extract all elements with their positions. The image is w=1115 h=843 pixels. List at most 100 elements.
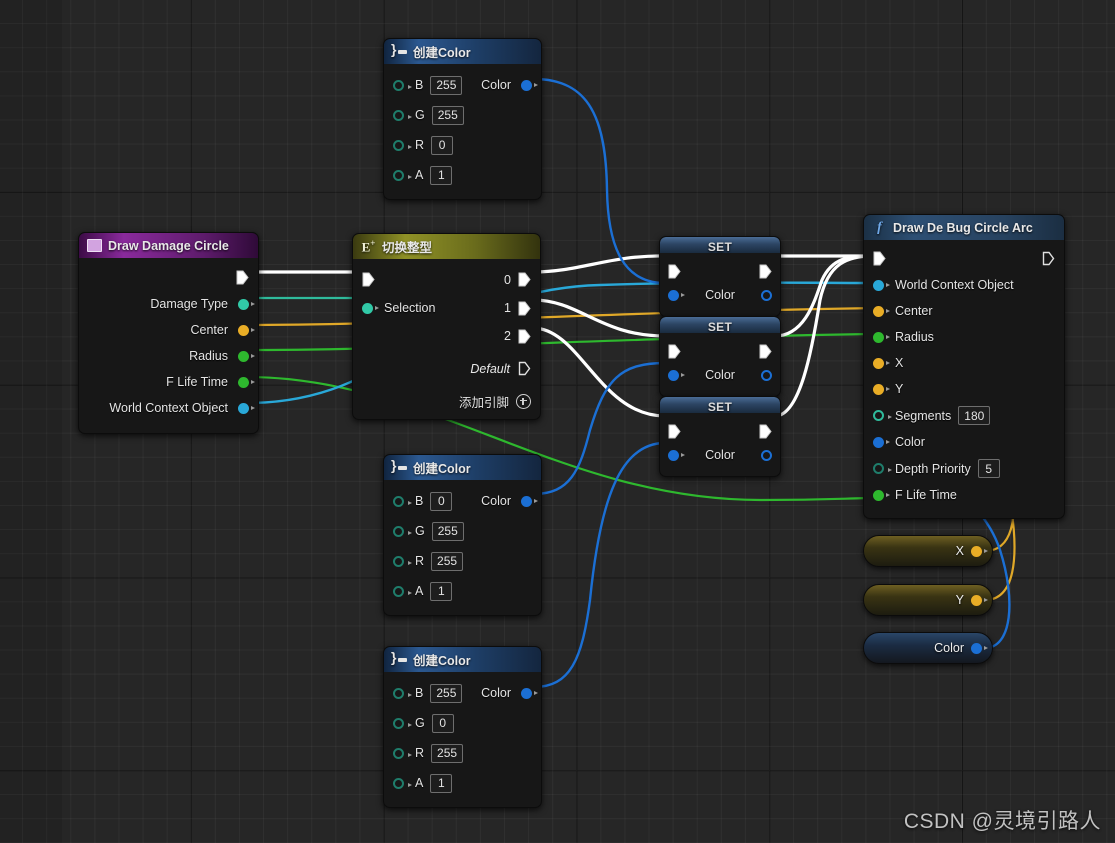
- pin-row[interactable]: B 0 Color: [384, 486, 541, 516]
- pin-color-out[interactable]: [761, 449, 772, 461]
- node-create-color-2[interactable]: 创建Color B 0 Color G 255 R 255: [383, 454, 542, 616]
- pin-row[interactable]: F Life Time: [79, 369, 258, 395]
- exec-out-pin-default[interactable]: [518, 361, 531, 376]
- pin-row[interactable]: World Context Object: [864, 272, 1064, 298]
- pin-row[interactable]: B 255 Color: [384, 70, 541, 100]
- exec-out-pin[interactable]: [1042, 251, 1055, 266]
- exec-out-pin[interactable]: [236, 270, 249, 285]
- node-set-color-1[interactable]: SET Color: [659, 236, 781, 317]
- pin-row[interactable]: G 255: [384, 100, 541, 130]
- pin-x[interactable]: [873, 357, 890, 369]
- pin-g[interactable]: [393, 525, 412, 537]
- exec-in-pin[interactable]: [668, 424, 681, 439]
- pin-y-out[interactable]: [971, 594, 988, 606]
- pin-row[interactable]: World Context Object: [79, 395, 258, 421]
- pin-row[interactable]: Center: [79, 317, 258, 343]
- pin-f-life-time[interactable]: [238, 376, 255, 388]
- pin-row-output-2[interactable]: 2: [353, 322, 540, 350]
- pin-row[interactable]: Damage Type: [79, 291, 258, 317]
- pin-radius[interactable]: [873, 331, 890, 343]
- pin-row[interactable]: Center: [864, 298, 1064, 324]
- node-switch-on-int[interactable]: E+ 切换整型 0 Selection 1 2 Default 添加引脚: [352, 233, 541, 420]
- pin-row-exec[interactable]: [660, 260, 780, 282]
- pin-row[interactable]: Y: [864, 376, 1064, 402]
- pin-row[interactable]: A 1: [384, 160, 541, 190]
- exec-in-pin[interactable]: [873, 251, 886, 266]
- node-draw-damage-circle[interactable]: Draw Damage Circle Damage Type Center Ra…: [78, 232, 259, 434]
- variable-node-color[interactable]: Color: [863, 632, 993, 664]
- pin-color-out[interactable]: [521, 79, 538, 91]
- pin-row-color[interactable]: Color: [660, 362, 780, 388]
- pin-row[interactable]: Radius: [79, 343, 258, 369]
- pin-b[interactable]: [393, 79, 412, 91]
- pin-selection[interactable]: [362, 302, 379, 314]
- value-b[interactable]: 0: [430, 491, 453, 511]
- node-set-color-2[interactable]: SET Color: [659, 316, 781, 397]
- value-b[interactable]: 255: [430, 75, 463, 95]
- exec-in-pin[interactable]: [668, 344, 681, 359]
- pin-y[interactable]: [873, 383, 890, 395]
- pin-depth-priority[interactable]: [873, 463, 892, 474]
- value-b[interactable]: 255: [430, 683, 463, 703]
- pin-row[interactable]: Color: [864, 429, 1064, 455]
- pin-row[interactable]: R 255: [384, 738, 541, 768]
- pin-b[interactable]: [393, 687, 412, 699]
- pin-x-out[interactable]: [971, 545, 988, 557]
- pin-row-default[interactable]: Default: [353, 350, 540, 387]
- pin-color-out[interactable]: [521, 495, 538, 507]
- pin-radius[interactable]: [238, 350, 255, 362]
- pin-r[interactable]: [393, 555, 412, 567]
- pin-row-exec-out[interactable]: [79, 264, 258, 291]
- pin-damage-type[interactable]: [238, 298, 255, 310]
- pin-world-context-object[interactable]: [238, 402, 255, 414]
- pin-row[interactable]: B 255 Color: [384, 678, 541, 708]
- pin-row[interactable]: F Life Time: [864, 482, 1064, 508]
- variable-node-x[interactable]: X: [863, 535, 993, 567]
- pin-center[interactable]: [873, 305, 890, 317]
- pin-g[interactable]: [393, 717, 412, 729]
- exec-in-pin[interactable]: [668, 264, 681, 279]
- pin-color-out[interactable]: [521, 687, 538, 699]
- exec-out-pin[interactable]: [759, 344, 772, 359]
- pin-color-in[interactable]: [668, 289, 685, 301]
- blueprint-graph-canvas[interactable]: .w { fill: none; stroke-linecap: round; …: [0, 0, 1115, 843]
- exec-out-pin[interactable]: [759, 424, 772, 439]
- pin-a[interactable]: [393, 777, 412, 789]
- pin-color-in[interactable]: [668, 449, 685, 461]
- pin-color[interactable]: [873, 436, 890, 448]
- pin-color-in[interactable]: [668, 369, 685, 381]
- variable-node-y[interactable]: Y: [863, 584, 993, 616]
- node-set-color-3[interactable]: SET Color: [659, 396, 781, 477]
- pin-row-exec[interactable]: [660, 420, 780, 442]
- pin-color-out[interactable]: [971, 642, 988, 654]
- pin-a[interactable]: [393, 169, 412, 181]
- pin-row[interactable]: R 255: [384, 546, 541, 576]
- pin-row[interactable]: A 1: [384, 576, 541, 606]
- pin-color-out[interactable]: [761, 289, 772, 301]
- value-g[interactable]: 255: [431, 105, 464, 125]
- add-pin-button[interactable]: 添加引脚: [353, 387, 540, 415]
- exec-out-pin-0[interactable]: [518, 272, 531, 287]
- pin-world-context-object[interactable]: [873, 279, 890, 291]
- pin-g[interactable]: [393, 109, 412, 121]
- pin-row[interactable]: Radius: [864, 324, 1064, 350]
- value-a[interactable]: 1: [430, 165, 453, 185]
- value-a[interactable]: 1: [430, 773, 453, 793]
- pin-row[interactable]: G 0: [384, 708, 541, 738]
- exec-out-pin-2[interactable]: [518, 329, 531, 344]
- pin-row-exec[interactable]: [864, 245, 1064, 272]
- value-r[interactable]: 0: [431, 135, 454, 155]
- plus-icon[interactable]: [516, 393, 531, 409]
- pin-row-exec[interactable]: [660, 340, 780, 362]
- pin-row-exec[interactable]: 0: [353, 265, 540, 294]
- node-create-color-1[interactable]: 创建Color B 255 Color G 255 R 0: [383, 38, 542, 200]
- pin-f-life-time[interactable]: [873, 489, 890, 501]
- pin-row-selection[interactable]: Selection 1: [353, 294, 540, 322]
- pin-center[interactable]: [238, 324, 255, 336]
- pin-segments[interactable]: [873, 410, 892, 421]
- pin-row[interactable]: Depth Priority 5: [864, 455, 1064, 482]
- pin-row[interactable]: A 1: [384, 768, 541, 798]
- pin-b[interactable]: [393, 495, 412, 507]
- value-g[interactable]: 0: [431, 713, 454, 733]
- pin-row[interactable]: Segments 180: [864, 402, 1064, 429]
